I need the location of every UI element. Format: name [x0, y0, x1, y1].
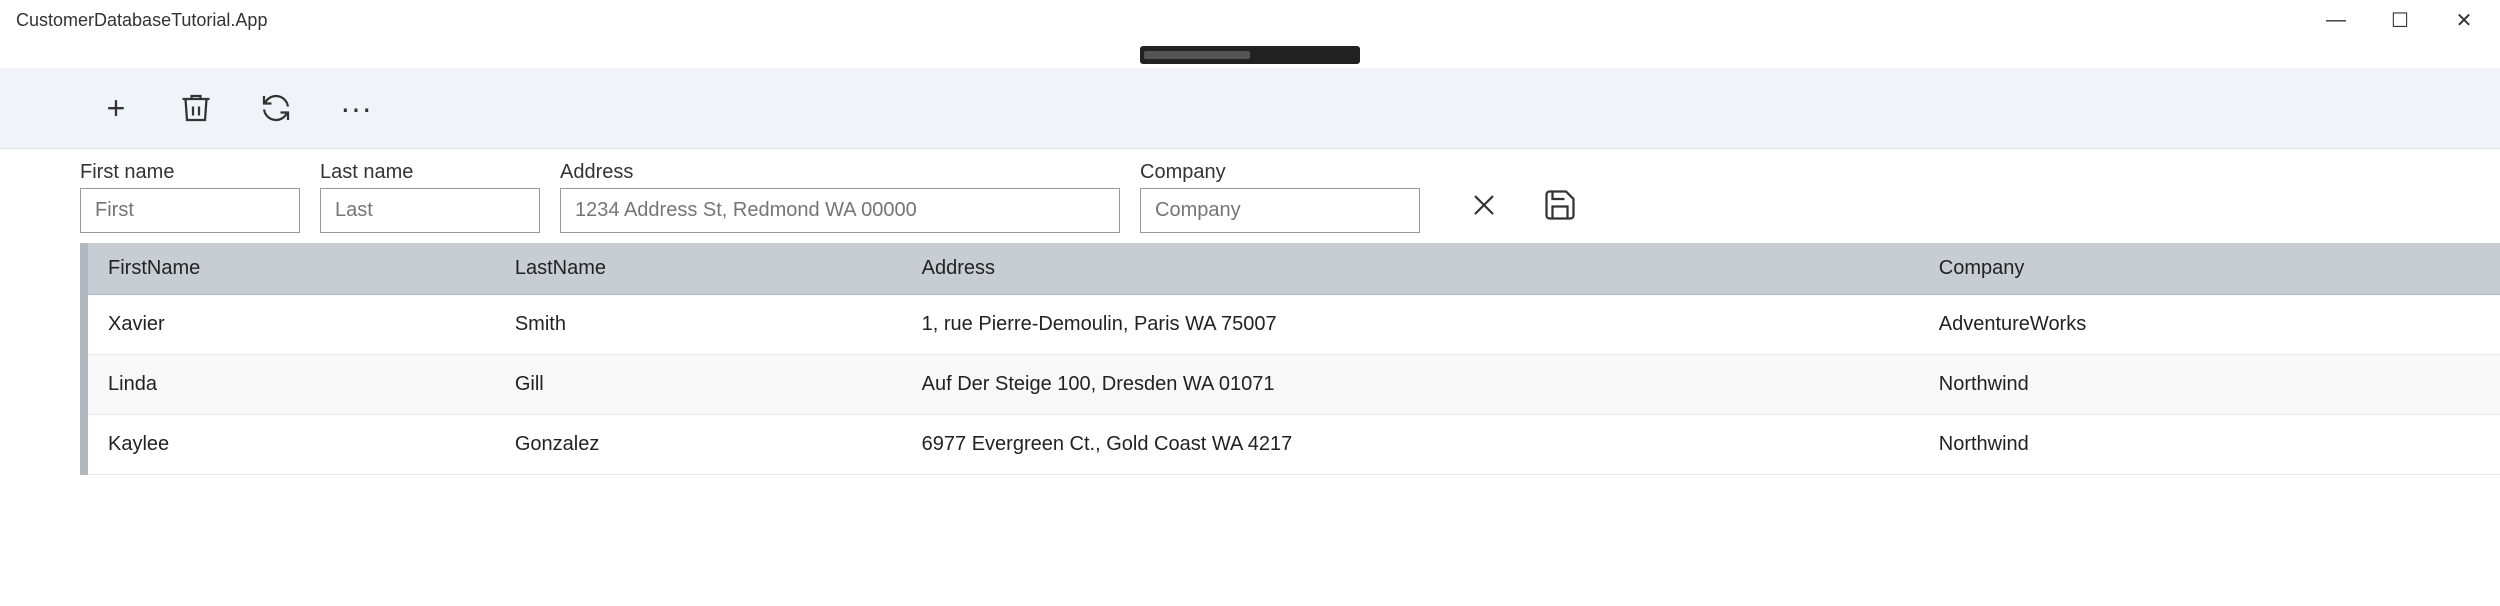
delete-icon — [178, 90, 214, 126]
delete-button[interactable] — [160, 76, 232, 140]
first-name-input[interactable] — [80, 188, 300, 233]
close-button[interactable]: ✕ — [2444, 0, 2484, 40]
progress-bar-fill — [1144, 51, 1250, 59]
more-button[interactable]: ··· — [320, 76, 392, 140]
cell-address: 1, rue Pierre-Demoulin, Paris WA 75007 — [902, 295, 1919, 355]
toolbar: + ··· — [0, 68, 2500, 149]
cell-address: Auf Der Steige 100, Dresden WA 01071 — [902, 355, 1919, 415]
cell-company: Northwind — [1919, 415, 2500, 475]
table-row[interactable]: Kaylee Gonzalez 6977 Evergreen Ct., Gold… — [88, 415, 2500, 475]
save-button[interactable] — [1536, 181, 1584, 229]
address-label: Address — [560, 161, 1120, 184]
cell-lastname: Smith — [495, 295, 902, 355]
cancel-button[interactable] — [1460, 181, 1508, 229]
cell-address: 6977 Evergreen Ct., Gold Coast WA 4217 — [902, 415, 1919, 475]
progress-area — [0, 40, 2500, 68]
customer-table: FirstName LastName Address Company Xavie… — [88, 243, 2500, 475]
cell-company: AdventureWorks — [1919, 295, 2500, 355]
save-icon — [1542, 187, 1578, 223]
data-table-area: FirstName LastName Address Company Xavie… — [80, 243, 2500, 475]
cell-lastname: Gill — [495, 355, 902, 415]
table-row[interactable]: Linda Gill Auf Der Steige 100, Dresden W… — [88, 355, 2500, 415]
first-name-field: First name — [80, 161, 300, 233]
first-name-label: First name — [80, 161, 300, 184]
col-header-firstname: FirstName — [88, 243, 495, 295]
cancel-icon — [1466, 187, 1502, 223]
add-button[interactable]: + — [80, 76, 152, 140]
last-name-input[interactable] — [320, 188, 540, 233]
title-bar: CustomerDatabaseTutorial.App — ☐ ✕ — [0, 0, 2500, 40]
col-header-company: Company — [1919, 243, 2500, 295]
address-field: Address — [560, 161, 1120, 233]
company-field: Company — [1140, 161, 1420, 233]
refresh-icon — [258, 90, 294, 126]
table-row[interactable]: Xavier Smith 1, rue Pierre-Demoulin, Par… — [88, 295, 2500, 355]
company-input[interactable] — [1140, 188, 1420, 233]
cell-lastname: Gonzalez — [495, 415, 902, 475]
cell-company: Northwind — [1919, 355, 2500, 415]
form-actions — [1460, 181, 1584, 233]
col-header-address: Address — [902, 243, 1919, 295]
last-name-label: Last name — [320, 161, 540, 184]
cell-firstname: Linda — [88, 355, 495, 415]
col-header-lastname: LastName — [495, 243, 902, 295]
cell-firstname: Kaylee — [88, 415, 495, 475]
company-label: Company — [1140, 161, 1420, 184]
app-title: CustomerDatabaseTutorial.App — [16, 10, 267, 31]
window-controls: — ☐ ✕ — [2316, 0, 2484, 40]
address-input[interactable] — [560, 188, 1120, 233]
refresh-button[interactable] — [240, 76, 312, 140]
form-area: First name Last name Address Company — [0, 149, 2500, 243]
progress-bar-background — [1140, 46, 1360, 64]
last-name-field: Last name — [320, 161, 540, 233]
minimize-button[interactable]: — — [2316, 0, 2356, 40]
cell-firstname: Xavier — [88, 295, 495, 355]
table-header-row: FirstName LastName Address Company — [88, 243, 2500, 295]
maximize-button[interactable]: ☐ — [2380, 0, 2420, 40]
